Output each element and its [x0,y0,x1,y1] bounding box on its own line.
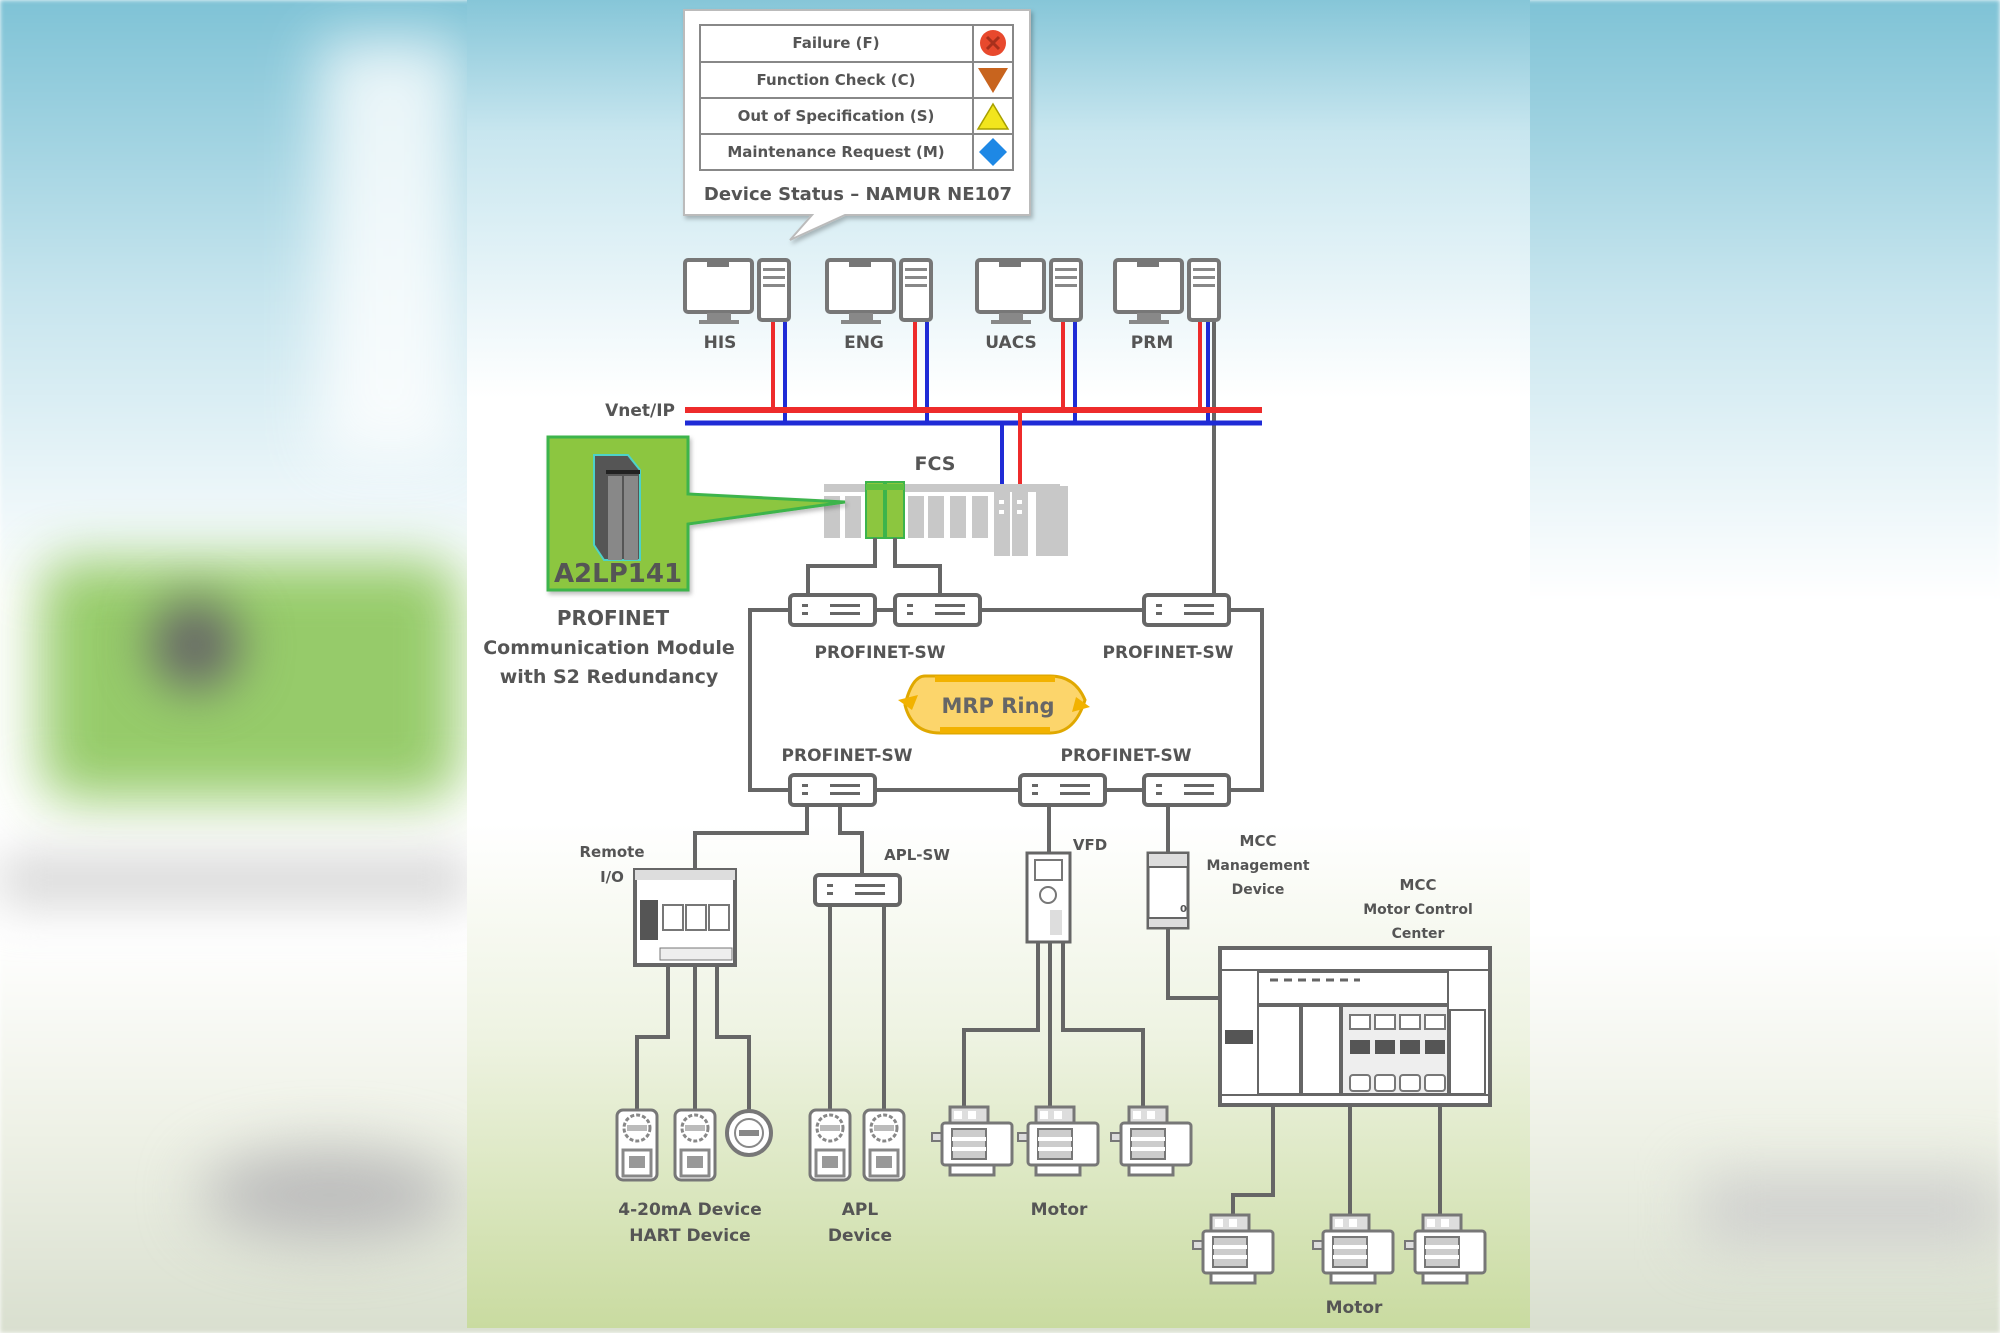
mrp-ring-label: MRP Ring [941,694,1054,718]
legend-caption: Device Status – NAMUR NE107 [704,184,1012,205]
motor [1109,1105,1193,1177]
apl-transmitter [862,1108,906,1182]
switch-label-top-right: PROFINET-SW [1103,643,1234,663]
vfd-device [1025,851,1072,944]
module-model: A2LP141 [554,559,682,589]
mcc-label-line3: Center [1392,926,1445,942]
vfd-label: VFD [1073,836,1107,854]
module-title: PROFINET [557,606,670,630]
profinet-switch [1142,773,1231,807]
vnet-ip-bus [685,322,1262,610]
motor [1016,1105,1100,1177]
remote-io [633,868,737,967]
mcc-label-line1: MCC [1400,876,1437,894]
station-label-prm: PRM [1131,333,1173,353]
vnet-ip-label: Vnet/IP [605,401,675,421]
switch-label-bottom-left: PROFINET-SW [782,746,913,766]
legend-row-label: Maintenance Request (M) [727,143,944,161]
module-description-line2: Communication Module [483,637,735,659]
field-device-label-line1: 4-20mA Device [618,1200,762,1220]
motor [1403,1213,1487,1285]
profinet-switch [1018,773,1107,807]
mcc-mgmt-indicator: 0 [1180,904,1187,915]
remote-io-label-line2: I/O [600,868,624,886]
apl-switch-label: APL-SW [884,846,950,864]
remote-io-label-line1: Remote [579,843,644,861]
profinet-switch [1142,593,1231,627]
mcc-label-line2: Motor Control [1363,902,1473,918]
apl-device-label-line1: APL [842,1200,879,1220]
profinet-switch [788,593,877,627]
motor [1311,1213,1395,1285]
switch-label-top-left: PROFINET-SW [815,643,946,663]
station-label-eng: ENG [844,333,884,353]
legend-row-label: Function Check (C) [757,71,916,89]
motor-label: Motor [1031,1200,1088,1220]
mcc-mgmt-label-line3: Device [1232,882,1285,898]
failure-icon [980,30,1006,56]
station-eng [825,258,933,326]
legend-row-label: Out of Specification (S) [738,107,935,125]
profinet-switch [788,773,877,807]
station-his [683,258,791,326]
apl-transmitter [808,1108,852,1182]
station-prm [1113,258,1221,326]
a2lp141-in-rack [865,481,905,539]
apl-device-label-line2: Device [828,1226,892,1246]
mcc-management-device: 0 [1146,851,1190,930]
mcc-motor-label: Motor [1326,1298,1383,1318]
profinet-switch [893,593,982,627]
system-diagram: Failure (F) Function Check (C) Out of Sp… [483,9,1492,1318]
legend-row-label: Failure (F) [792,34,879,52]
motor-control-center [1218,946,1492,1107]
motor [930,1105,1014,1177]
mcc-mgmt-label-line1: MCC [1240,832,1277,850]
station-label-uacs: UACS [985,333,1036,353]
mcc-mgmt-label-line2: Management [1206,858,1309,874]
flowmeter [725,1109,773,1157]
motor [1191,1213,1275,1285]
field-device-label-line2: HART Device [629,1226,750,1246]
apl-switch [813,873,902,907]
fcs-label: FCS [915,453,956,475]
transmitter-hart [673,1108,717,1182]
transmitter-4-20ma [615,1108,659,1182]
a2lp141-module-image [593,454,641,561]
switch-label-bottom-right: PROFINET-SW [1061,746,1192,766]
station-uacs [975,258,1083,326]
fcs-rack [824,484,1068,556]
module-description-line3: with S2 Redundancy [500,666,719,688]
station-label-his: HIS [704,333,737,353]
